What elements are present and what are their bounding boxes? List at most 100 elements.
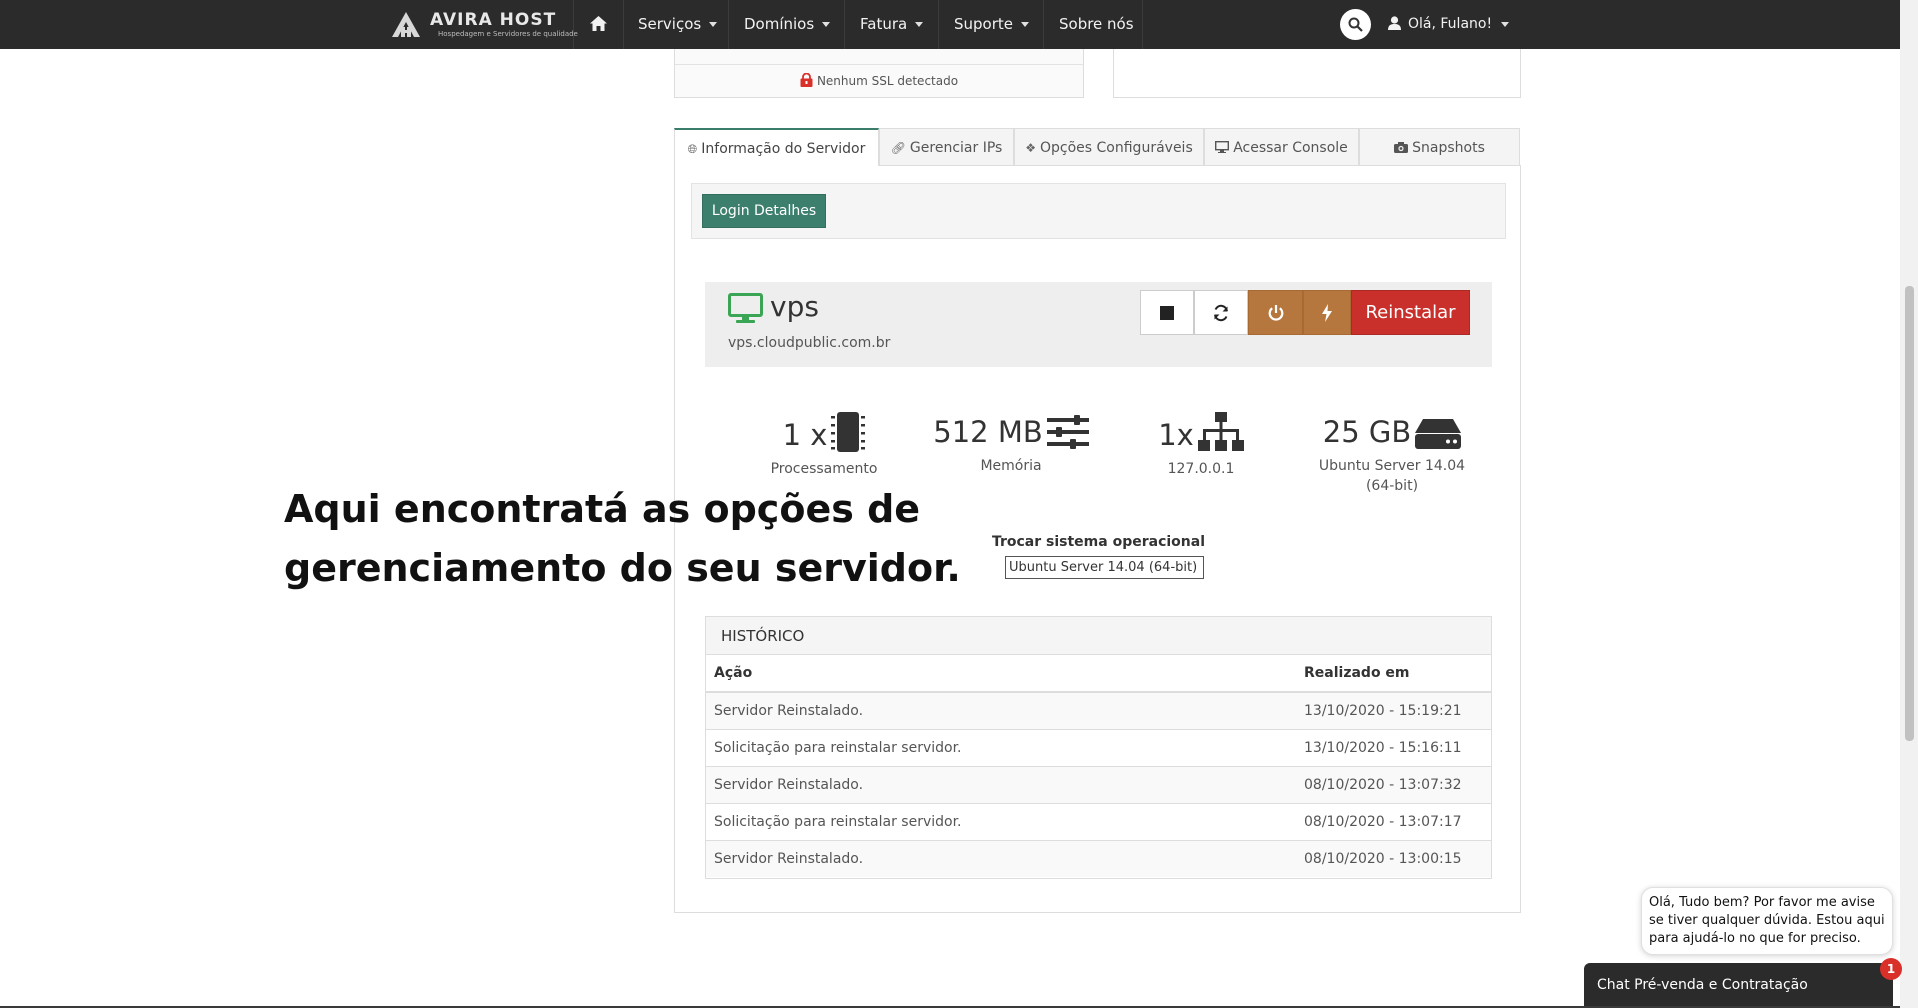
server-hostname: vps.cloudpublic.com.br	[728, 335, 891, 351]
power-icon	[1268, 304, 1283, 321]
nav-fatura[interactable]: Fatura	[844, 0, 938, 49]
memory-label: Memória	[980, 458, 1042, 474]
nav-home[interactable]	[573, 0, 623, 49]
nav-sobre-nos[interactable]: Sobre nós	[1043, 0, 1143, 49]
tutorial-annotation: Aqui encontratá as opções de gerenciamen…	[284, 480, 984, 598]
reinstall-button[interactable]: Reinstalar	[1351, 290, 1470, 335]
hdd-icon	[1415, 419, 1462, 449]
tab-label: Gerenciar IPs	[909, 140, 1003, 156]
user-greeting: Olá, Fulano!	[1408, 16, 1493, 32]
history-title: HISTÓRICO	[706, 617, 1491, 655]
nav-suporte[interactable]: Suporte	[938, 0, 1043, 49]
stop-button[interactable]	[1140, 290, 1194, 335]
search-button[interactable]	[1340, 9, 1371, 40]
table-header-row: Ação Realizado em	[706, 655, 1491, 693]
row-date: 08/10/2020 - 13:00:15	[1296, 839, 1491, 877]
brand-tagline: Hospedagem e Servidores de qualidade	[438, 30, 578, 38]
info-card	[1113, 49, 1521, 98]
desktop-icon	[1215, 141, 1230, 153]
tab-informacao-servidor[interactable]: 🌐︎ Informação do Servidor	[674, 128, 879, 167]
nav-servicos-label: Serviços	[638, 15, 702, 33]
table-row: Servidor Reinstalado. 13/10/2020 - 15:19…	[706, 691, 1491, 729]
disk-value: 25 GB	[1322, 415, 1412, 449]
os-select[interactable]: Ubuntu Server 14.04 (64-bit)	[1005, 556, 1204, 579]
nav-fatura-label: Fatura	[860, 15, 908, 33]
row-action: Solicitação para reinstalar servidor.	[706, 802, 1296, 840]
cpu-label: Processamento	[770, 461, 878, 477]
bolt-icon	[1322, 303, 1332, 322]
history-table: Ação Realizado em Servidor Reinstalado. …	[706, 655, 1491, 877]
table-row: Servidor Reinstalado. 08/10/2020 - 13:00…	[706, 839, 1491, 877]
cpu-chip-icon	[831, 412, 866, 452]
row-action: Solicitação para reinstalar servidor.	[706, 728, 1296, 766]
row-date: 13/10/2020 - 15:19:21	[1296, 691, 1491, 729]
power-button[interactable]	[1248, 290, 1303, 335]
row-date: 08/10/2020 - 13:07:32	[1296, 765, 1491, 803]
ssl-status: Nenhum SSL detectado	[675, 73, 1083, 88]
login-details-button[interactable]: Login Detalhes	[702, 194, 826, 228]
memory-value: 512 MB	[933, 415, 1043, 449]
vps-header: vps vps.cloudpublic.com.br Reinstalar	[705, 282, 1492, 367]
ip-value: 1x	[1158, 418, 1194, 452]
stat-network: 1x 127.0.0.1	[1116, 412, 1286, 479]
history-panel: HISTÓRICO Ação Realizado em Servidor Rei…	[705, 616, 1492, 879]
top-navbar: AVIRA HOST Hospedagem e Servidores de qu…	[0, 0, 1900, 49]
cubes-icon: ❖	[1025, 141, 1036, 155]
row-date: 08/10/2020 - 13:07:17	[1296, 802, 1491, 840]
nav-servicos[interactable]: Serviços	[623, 0, 728, 49]
login-details-well: Login Detalhes	[691, 183, 1506, 239]
sliders-icon	[1046, 415, 1089, 449]
tab-label: Informação do Servidor	[701, 141, 866, 157]
row-action: Servidor Reinstalado.	[706, 691, 1296, 729]
server-name: vps	[770, 290, 819, 323]
tab-snapshots[interactable]: Snapshots	[1359, 128, 1520, 166]
camera-icon	[1394, 142, 1409, 153]
ssl-status-text: Nenhum SSL detectado	[816, 74, 959, 88]
caret-down-icon	[709, 22, 718, 27]
brand-logo[interactable]: AVIRA HOST Hospedagem e Servidores de qu…	[390, 7, 578, 41]
divider	[675, 64, 1083, 65]
tab-gerenciar-ips[interactable]: 🔗︎ Gerenciar IPs	[879, 128, 1014, 166]
annotation-line-1: Aqui encontratá as opções de	[284, 487, 921, 531]
server-tabs: 🌐︎ Informação do Servidor 🔗︎ Gerenciar IPs…	[674, 128, 1521, 167]
chat-notification-badge: 1	[1880, 958, 1902, 980]
nav-dominios[interactable]: Domínios	[728, 0, 844, 49]
stop-icon	[1160, 305, 1174, 320]
chat-launcher[interactable]: Chat Pré-venda e Contratação	[1584, 963, 1893, 1008]
column-header-realizado: Realizado em	[1296, 655, 1491, 693]
tab-label: Acessar Console	[1233, 140, 1348, 156]
nav-suporte-label: Suporte	[954, 15, 1014, 33]
scrollbar-thumb[interactable]	[1905, 286, 1914, 741]
row-date: 13/10/2020 - 15:16:11	[1296, 728, 1491, 766]
stat-cpu: 1 x Processamento	[739, 412, 909, 479]
ssl-card: Nenhum SSL detectado	[674, 49, 1084, 98]
tab-acessar-console[interactable]: Acessar Console	[1204, 128, 1359, 166]
user-menu[interactable]: Olá, Fulano!	[1388, 0, 1510, 49]
caret-down-icon	[915, 22, 924, 27]
cpu-value: 1 x	[782, 418, 828, 452]
tab-opcoes-configuraveis[interactable]: ❖ Opções Configuráveis	[1014, 128, 1204, 166]
annotation-line-2: gerenciamento do seu servidor.	[284, 546, 961, 590]
nav-sobre-label: Sobre nós	[1059, 15, 1134, 33]
search-icon	[1348, 17, 1363, 32]
caret-down-icon	[822, 22, 831, 27]
boot-button[interactable]	[1303, 290, 1351, 335]
ip-label: 127.0.0.1	[1167, 461, 1235, 477]
column-header-acao: Ação	[706, 655, 1296, 693]
logo-mark-icon	[392, 12, 420, 37]
brand-name: AVIRA HOST	[430, 10, 557, 30]
stat-disk: 25 GB Ubuntu Server 14.04 (64-bit)	[1307, 412, 1477, 496]
link-icon: 🔗︎	[890, 141, 906, 155]
table-row: Servidor Reinstalado. 08/10/2020 - 13:07…	[706, 765, 1491, 803]
globe-icon: 🌐︎	[687, 142, 698, 156]
home-icon	[590, 16, 607, 31]
tab-label: Opções Configuráveis	[1040, 140, 1193, 156]
stat-memory: 512 MB Memória	[926, 412, 1096, 476]
refresh-icon	[1214, 304, 1228, 321]
chat-greeting-bubble[interactable]: Olá, Tudo bem? Por favor me avise se tiv…	[1641, 887, 1893, 955]
table-row: Solicitação para reinstalar servidor. 08…	[706, 802, 1491, 840]
nav-dominios-label: Domínios	[744, 15, 815, 33]
restart-button[interactable]	[1194, 290, 1248, 335]
caret-down-icon	[1501, 21, 1510, 27]
disk-label: Ubuntu Server 14.04 (64-bit)	[1318, 458, 1466, 494]
